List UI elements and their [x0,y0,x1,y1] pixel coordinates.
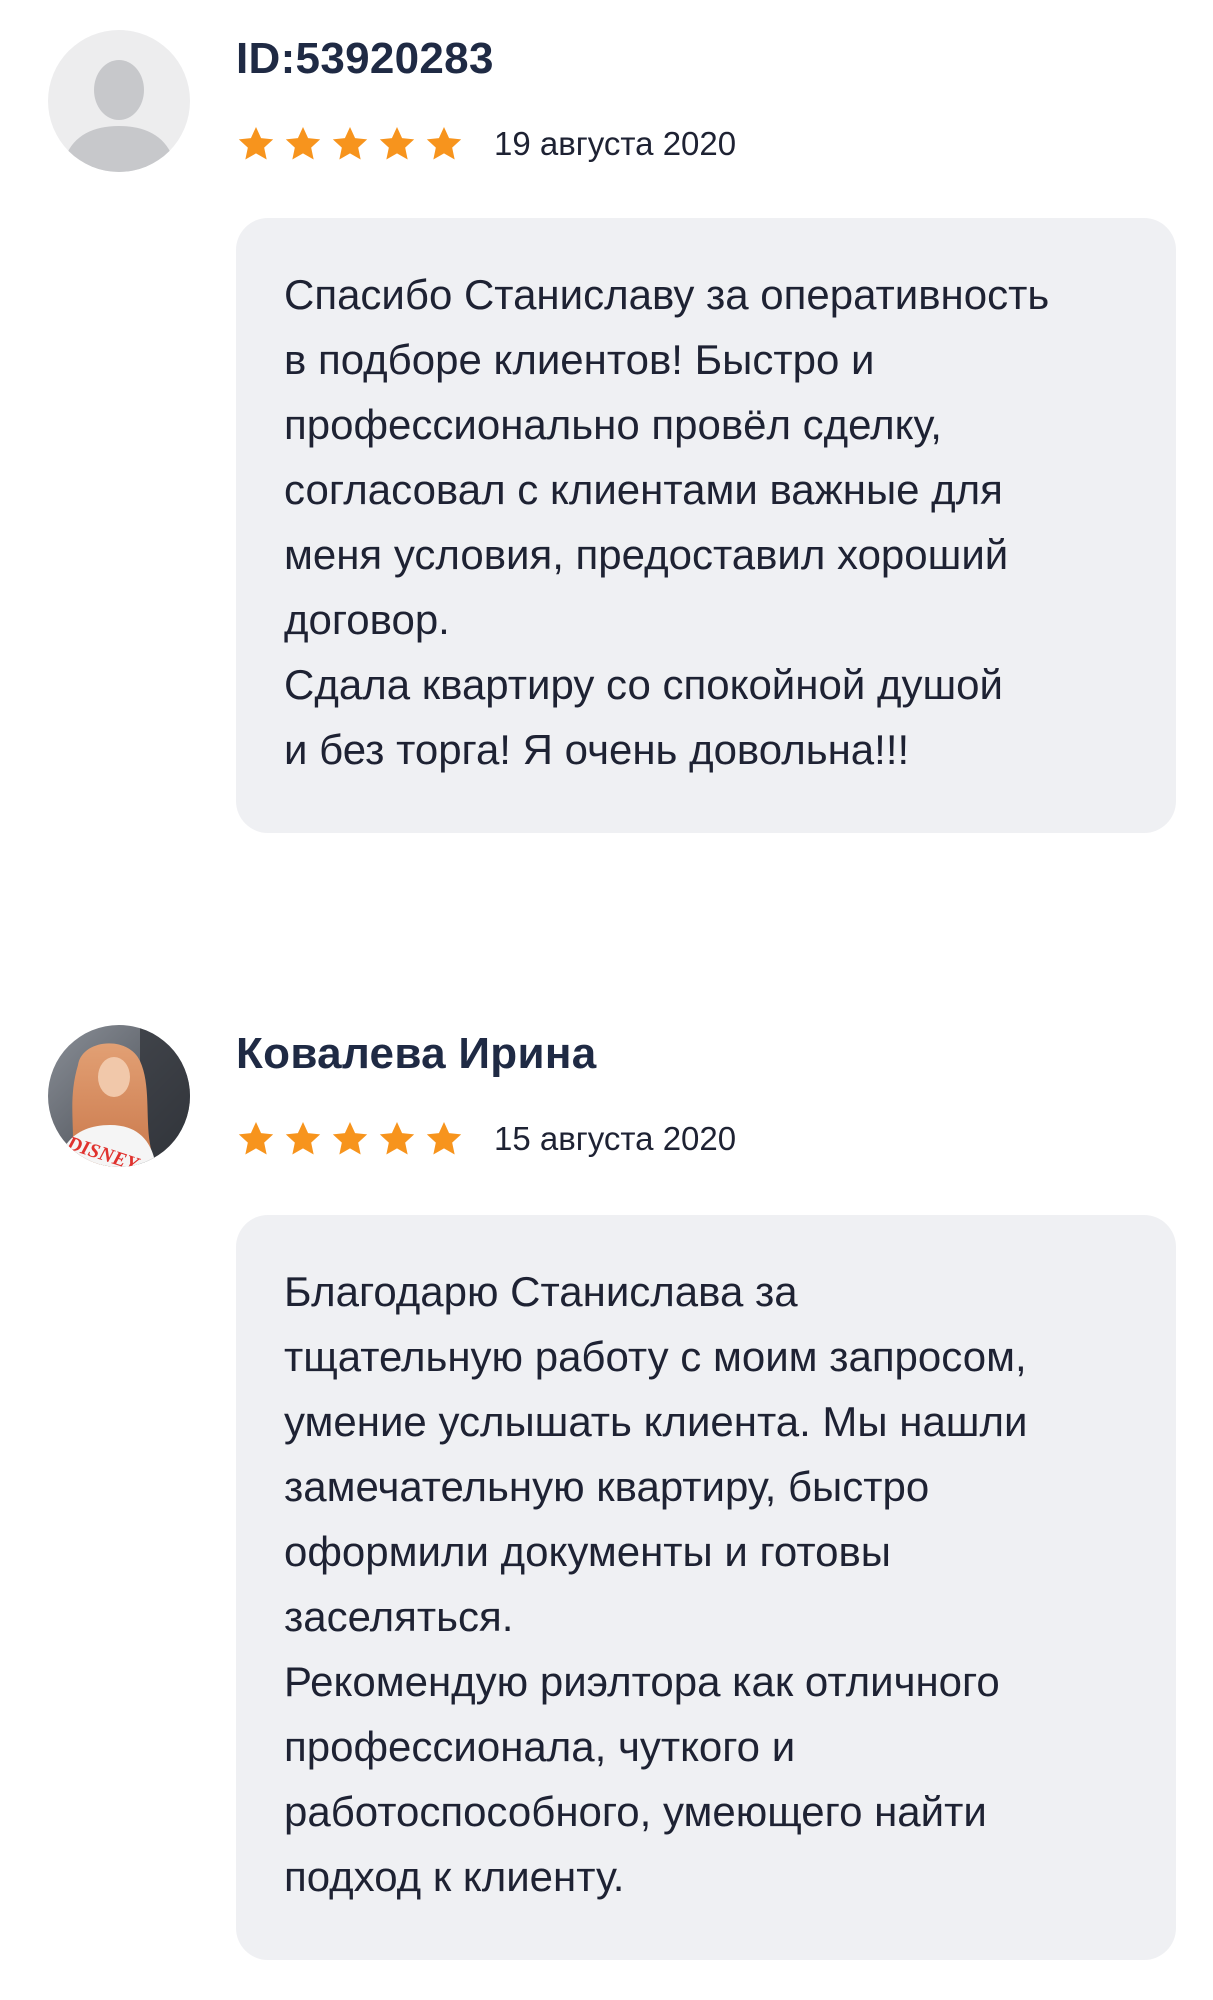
star-rating [236,124,464,164]
star-icon [379,127,415,160]
star-icon [285,127,321,160]
review-date: 15 августа 2020 [494,1120,737,1157]
user-photo-avatar: DISNEY [48,1025,190,1167]
review-text: Спасибо Станиславу за оперативность в по… [284,271,1050,773]
star-icon [238,1122,274,1155]
star-icon [332,1122,368,1155]
star-icon [426,127,462,160]
default-user-silhouette-icon [48,30,190,172]
star-rating [236,1119,464,1159]
review-text-bubble: Благодарю Станислава за тщательную работ… [236,1215,1176,1960]
avatar[interactable] [48,30,190,172]
star-icon [285,1122,321,1155]
review-date: 19 августа 2020 [494,125,737,162]
review-text-bubble: Спасибо Станиславу за оперативность в по… [236,218,1176,833]
author-name[interactable]: ID:53920283 [236,34,494,84]
star-icon [379,1122,415,1155]
review-text: Благодарю Станислава за тщательную работ… [284,1268,1028,1900]
author-name[interactable]: Ковалева Ирина [236,1029,596,1079]
star-icon [238,127,274,160]
avatar[interactable]: DISNEY [48,1025,190,1167]
star-icon [426,1122,462,1155]
star-icon [332,127,368,160]
